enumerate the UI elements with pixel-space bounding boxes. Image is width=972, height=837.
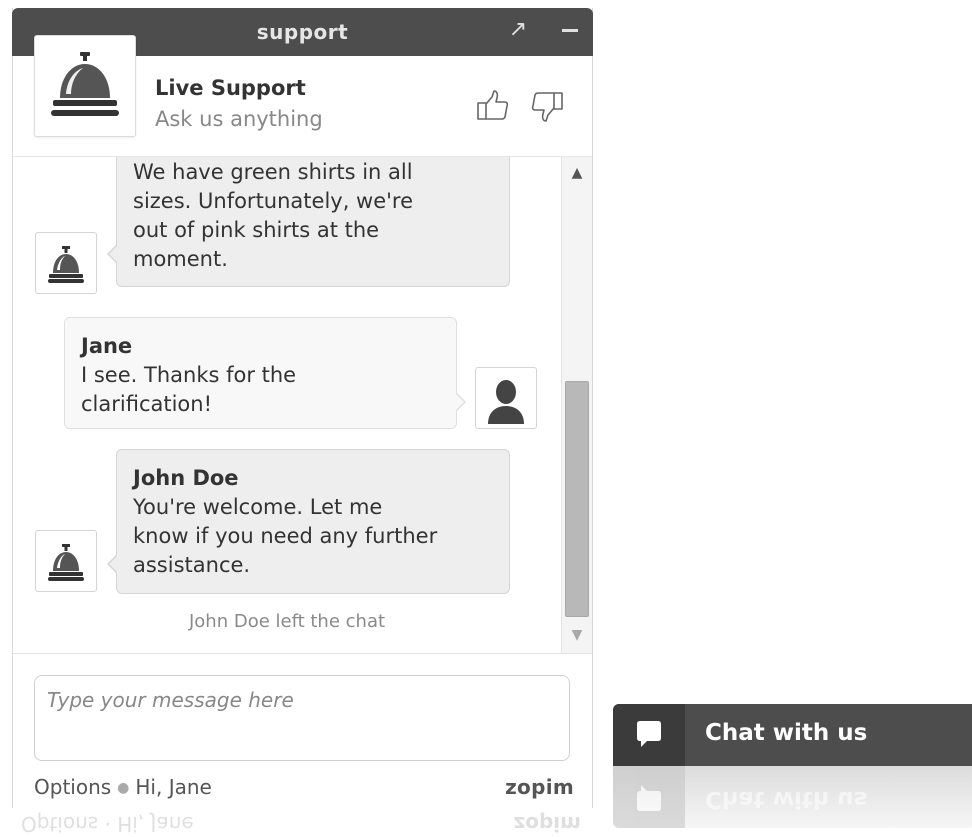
popout-arrow-icon[interactable]: ↗ [504, 16, 532, 44]
thumbs-down-icon[interactable] [527, 86, 567, 126]
scroll-up-arrow-icon[interactable]: ▲ [562, 161, 592, 185]
chat-launcher-button[interactable]: Chat with us [613, 704, 972, 766]
system-message: John Doe left the chat [188, 611, 386, 632]
reflection-options: Options [21, 812, 99, 836]
greeting-text: Hi, Jane [135, 775, 212, 799]
scrollbar[interactable]: ▲ ▼ [561, 157, 592, 653]
chat-launcher-label: Chat with us [705, 720, 868, 746]
speech-bubble-icon [613, 704, 685, 766]
footer-links: Options ● Hi, Jane [34, 775, 212, 799]
message-line: clarification! [81, 392, 213, 416]
agent-name: Live Support [155, 76, 306, 100]
message-line: out of pink shirts at the [133, 218, 380, 242]
reflection-label: Chat with us [705, 786, 868, 812]
reflection-icon-area [613, 766, 685, 828]
message-line: know if you need any further [133, 524, 438, 548]
launcher-reflection: Chat with us [613, 766, 972, 828]
message-list[interactable]: We have green shirts in all sizes. Unfor… [13, 157, 592, 653]
message-line: I see. Thanks for the [81, 363, 297, 387]
reflection-brand: zopim [513, 812, 581, 836]
reflection-greeting: Hi, Jane [117, 812, 194, 836]
separator-dot: ● [117, 780, 130, 796]
chat-header: Live Support Ask us anything [13, 35, 592, 157]
composer: Options ● Hi, Jane zopim [13, 653, 592, 809]
visitor-message-bubble: Jane I see. Thanks for the clarification… [64, 317, 466, 429]
message-line: You're welcome. Let me [133, 495, 383, 519]
message-sender: John Doe [133, 466, 239, 490]
message-line: sizes. Unfortunately, we're [133, 189, 414, 213]
agent-message-bubble: We have green shirts in all sizes. Unfor… [107, 157, 510, 287]
thumbs-up-icon[interactable] [473, 86, 513, 126]
service-bell-icon [35, 232, 97, 294]
message-line: assistance. [133, 553, 251, 577]
window-reflection: Options · Hi, Jane zopim [21, 812, 581, 836]
brand-logo[interactable]: zopim [505, 775, 574, 799]
message-line: moment. [133, 247, 228, 271]
scroll-down-arrow-icon[interactable]: ▼ [562, 623, 592, 647]
agent-message-bubble: John Doe You're welcome. Let me know if … [107, 449, 510, 594]
chat-window: support ↗ Live Support Ask us anything W… [12, 8, 593, 809]
options-link[interactable]: Options [34, 775, 111, 799]
message-input[interactable] [34, 675, 570, 761]
agent-tagline: Ask us anything [155, 107, 323, 131]
minimize-icon[interactable] [556, 16, 584, 44]
message-sender: Jane [81, 334, 133, 358]
service-bell-icon [35, 530, 97, 592]
user-avatar-icon [475, 367, 537, 429]
service-bell-icon [34, 35, 136, 137]
scrollbar-thumb[interactable] [565, 381, 589, 617]
message-line: We have green shirts in all [133, 160, 413, 184]
